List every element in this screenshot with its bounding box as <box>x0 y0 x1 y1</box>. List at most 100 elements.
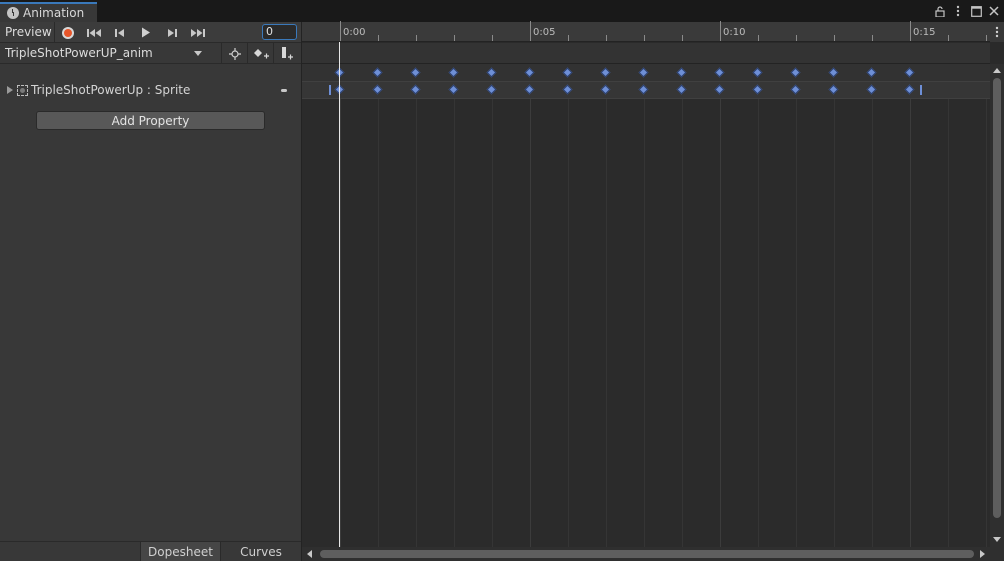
tab-dopesheet[interactable]: Dopesheet <box>140 542 220 561</box>
previous-frame-button[interactable] <box>107 22 133 43</box>
vertical-scroll-thumb[interactable] <box>993 78 1001 518</box>
dopesheet-grid[interactable] <box>302 64 990 547</box>
ruler-tick <box>682 35 683 41</box>
scroll-up-icon[interactable] <box>993 68 1001 73</box>
grid-line <box>834 64 835 547</box>
grid-line <box>796 64 797 547</box>
summary-keyframe[interactable] <box>714 67 725 78</box>
keyframe[interactable] <box>600 84 611 95</box>
play-icon <box>142 27 150 38</box>
event-strip[interactable] <box>302 43 990 64</box>
scroll-left-icon[interactable] <box>307 550 312 558</box>
property-label: TripleShotPowerUp : Sprite <box>31 83 191 97</box>
go-to-beginning-icon <box>87 28 101 37</box>
summary-keyframe[interactable] <box>790 67 801 78</box>
grid-line <box>720 64 721 547</box>
next-frame-button[interactable] <box>159 22 185 43</box>
keyframe[interactable] <box>638 84 649 95</box>
ruler-tick <box>910 21 911 41</box>
ruler-tick <box>378 35 379 41</box>
lock-icon[interactable] <box>934 4 946 18</box>
add-event-button[interactable] <box>274 43 300 64</box>
summary-keyframe[interactable] <box>904 67 915 78</box>
maximize-icon[interactable] <box>970 4 982 18</box>
summary-keyframe[interactable] <box>828 67 839 78</box>
ruler-tick <box>606 35 607 41</box>
keyframe[interactable] <box>372 84 383 95</box>
ruler-tick <box>796 35 797 41</box>
summary-keyframe[interactable] <box>448 67 459 78</box>
vertical-scrollbar[interactable] <box>990 64 1004 561</box>
chevron-down-icon <box>194 51 202 56</box>
keyframe[interactable] <box>790 84 801 95</box>
horizontal-scroll-thumb[interactable] <box>320 550 974 558</box>
horizontal-scrollbar[interactable] <box>302 547 990 561</box>
summary-keyframe[interactable] <box>524 67 535 78</box>
clip-toolbar: TripleShotPowerUP_anim <box>0 43 301 64</box>
scroll-right-icon[interactable] <box>980 550 985 558</box>
go-to-end-button[interactable] <box>185 22 211 43</box>
clock-icon <box>7 7 19 19</box>
summary-keyframe[interactable] <box>372 67 383 78</box>
summary-keyframe[interactable] <box>486 67 497 78</box>
summary-keyframe[interactable] <box>676 67 687 78</box>
keyframe[interactable] <box>448 84 459 95</box>
keyframe[interactable] <box>828 84 839 95</box>
keyframe[interactable] <box>904 84 915 95</box>
summary-keyframe[interactable] <box>638 67 649 78</box>
frame-number-field[interactable]: 0 <box>262 24 297 40</box>
summary-keyframe[interactable] <box>752 67 763 78</box>
clip-end-marker[interactable] <box>920 85 922 95</box>
expand-arrow-icon[interactable] <box>7 86 13 94</box>
playhead[interactable] <box>339 42 340 549</box>
tab-label: Animation <box>23 6 85 20</box>
add-keyframe-button[interactable] <box>248 43 274 64</box>
keyframe[interactable] <box>410 84 421 95</box>
keyframe[interactable] <box>524 84 535 95</box>
play-button[interactable] <box>133 22 159 43</box>
property-options-icon[interactable] <box>281 89 287 92</box>
summary-keyframe[interactable] <box>562 67 573 78</box>
add-property-button[interactable]: Add Property <box>36 111 265 130</box>
menu-dots-icon[interactable] <box>952 4 964 18</box>
grid-line <box>492 64 493 547</box>
ruler-tick <box>492 35 493 41</box>
go-to-beginning-button[interactable] <box>81 22 107 43</box>
keyframe[interactable] <box>866 84 877 95</box>
timeline-menu-dots-icon[interactable] <box>990 22 1004 42</box>
view-mode-tabs: Dopesheet Curves <box>0 541 301 561</box>
keyframe[interactable] <box>714 84 725 95</box>
grid-line <box>986 64 987 547</box>
animation-tab[interactable]: Animation <box>0 2 97 22</box>
ruler-tick <box>530 21 531 41</box>
summary-keyframe[interactable] <box>600 67 611 78</box>
property-row[interactable]: TripleShotPowerUp : Sprite <box>0 80 301 100</box>
summary-track[interactable] <box>302 64 990 81</box>
ruler-tick <box>834 35 835 41</box>
tab-curves[interactable]: Curves <box>220 542 301 561</box>
record-icon <box>62 26 74 39</box>
clip-dropdown[interactable]: TripleShotPowerUP_anim <box>0 43 222 64</box>
ruler-tick <box>568 35 569 41</box>
summary-keyframe[interactable] <box>410 67 421 78</box>
property-track[interactable] <box>302 81 990 99</box>
close-icon[interactable] <box>988 4 1000 18</box>
keyframe[interactable] <box>486 84 497 95</box>
ruler-label: 0:05 <box>533 27 556 38</box>
clip-start-marker[interactable] <box>329 85 331 95</box>
add-event-icon <box>282 46 293 59</box>
keyframe[interactable] <box>562 84 573 95</box>
ruler-tick <box>644 35 645 41</box>
filter-by-selection-button[interactable] <box>222 43 248 64</box>
grid-line <box>644 64 645 547</box>
keyframe[interactable] <box>676 84 687 95</box>
summary-keyframe[interactable] <box>866 67 877 78</box>
time-ruler[interactable]: 0:00 0:05 0:10 0:15 <box>302 21 990 42</box>
previous-frame-icon <box>115 28 124 37</box>
preview-button[interactable]: Preview <box>0 22 55 43</box>
scroll-down-icon[interactable] <box>993 537 1001 542</box>
keyframe[interactable] <box>752 84 763 95</box>
record-button[interactable] <box>55 22 81 43</box>
ruler-tick <box>416 35 417 41</box>
ruler-tick <box>720 21 721 41</box>
